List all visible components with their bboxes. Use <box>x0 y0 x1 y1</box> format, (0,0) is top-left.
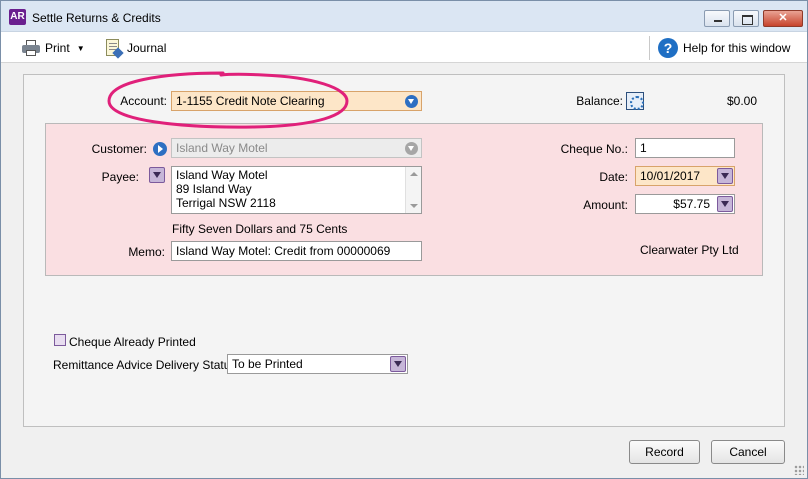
balance-value: $0.00 <box>726 94 757 108</box>
remittance-label: Remittance Advice Delivery Status: <box>53 358 240 372</box>
help-icon: ? <box>658 38 678 58</box>
payee-scrollbar[interactable] <box>405 167 421 213</box>
cheque-no-field[interactable]: 1 <box>635 138 735 158</box>
help-label: Help for this window <box>683 41 791 55</box>
remittance-select[interactable]: To be Printed <box>227 354 408 374</box>
amount-value: $57.75 <box>673 197 710 211</box>
payee-line: Terrigal NSW 2118 <box>176 196 276 210</box>
memo-label: Memo: <box>128 245 165 259</box>
chevron-down-icon: ▼ <box>76 43 85 53</box>
close-button[interactable]: ✕ <box>763 10 803 27</box>
memo-value: Island Way Motel: Credit from 00000069 <box>176 244 391 258</box>
scroll-up-icon <box>410 172 418 176</box>
journal-button[interactable]: Journal <box>104 38 167 59</box>
journal-icon <box>104 39 124 59</box>
calendar-dropdown-icon[interactable] <box>717 168 733 184</box>
toolbar-divider <box>649 36 650 60</box>
window-title: Settle Returns & Credits <box>32 11 161 25</box>
resize-grip[interactable] <box>794 465 804 475</box>
print-label: Print <box>45 41 70 55</box>
print-button[interactable]: Print ▼ <box>22 38 85 58</box>
app-icon: AR <box>9 9 26 25</box>
payee-label: Payee: <box>101 170 139 184</box>
payee-dropdown-button[interactable] <box>149 167 165 183</box>
remittance-value: To be Printed <box>232 357 303 371</box>
cheque-printed-label: Cheque Already Printed <box>69 335 196 349</box>
customer-value: Island Way Motel <box>176 141 268 155</box>
cancel-button[interactable]: Cancel <box>711 440 785 464</box>
payee-line: Island Way Motel <box>176 168 268 182</box>
payee-address-field[interactable]: Island Way Motel 89 Island Way Terrigal … <box>171 166 422 214</box>
minimize-button[interactable] <box>704 10 730 27</box>
help-button[interactable]: ? Help for this window <box>658 38 790 58</box>
maximize-button[interactable] <box>733 10 759 27</box>
payee-line: 89 Island Way <box>176 182 252 196</box>
settle-returns-window: AR Settle Returns & Credits ✕ Print ▼ Jo… <box>0 0 808 479</box>
scroll-down-icon <box>410 204 418 208</box>
printer-icon <box>22 40 40 56</box>
chevron-down-icon <box>405 95 418 108</box>
customer-field[interactable]: Island Way Motel <box>171 138 422 158</box>
date-field[interactable]: 10/01/2017 <box>635 166 735 186</box>
journal-label: Journal <box>127 41 167 55</box>
title-bar: AR Settle Returns & Credits ✕ <box>1 1 807 32</box>
amount-in-words: Fifty Seven Dollars and 75 Cents <box>172 222 348 236</box>
amount-label: Amount: <box>583 198 628 212</box>
chevron-down-icon <box>405 142 418 155</box>
memo-field[interactable]: Island Way Motel: Credit from 00000069 <box>171 241 422 261</box>
calculator-dropdown-icon[interactable] <box>717 196 733 212</box>
amount-field[interactable]: $57.75 <box>635 194 735 214</box>
cheque-no-label: Cheque No.: <box>560 142 628 156</box>
chevron-down-icon <box>390 356 406 372</box>
date-value: 10/01/2017 <box>640 169 701 183</box>
close-icon: ✕ <box>778 12 788 24</box>
account-highlight-annotation <box>107 71 349 129</box>
customer-label: Customer: <box>91 142 147 156</box>
company-name: Clearwater Pty Ltd <box>640 243 739 257</box>
balance-label: Balance: <box>576 94 623 108</box>
cheque-printed-checkbox[interactable] <box>54 334 66 346</box>
record-button[interactable]: Record <box>629 440 700 464</box>
date-label: Date: <box>599 170 628 184</box>
recalculate-icon[interactable] <box>626 92 644 110</box>
cheque-no-value: 1 <box>640 141 647 155</box>
toolbar: Print ▼ Journal ? Help for this window <box>1 32 807 63</box>
customer-details-arrow-icon[interactable] <box>153 142 167 156</box>
